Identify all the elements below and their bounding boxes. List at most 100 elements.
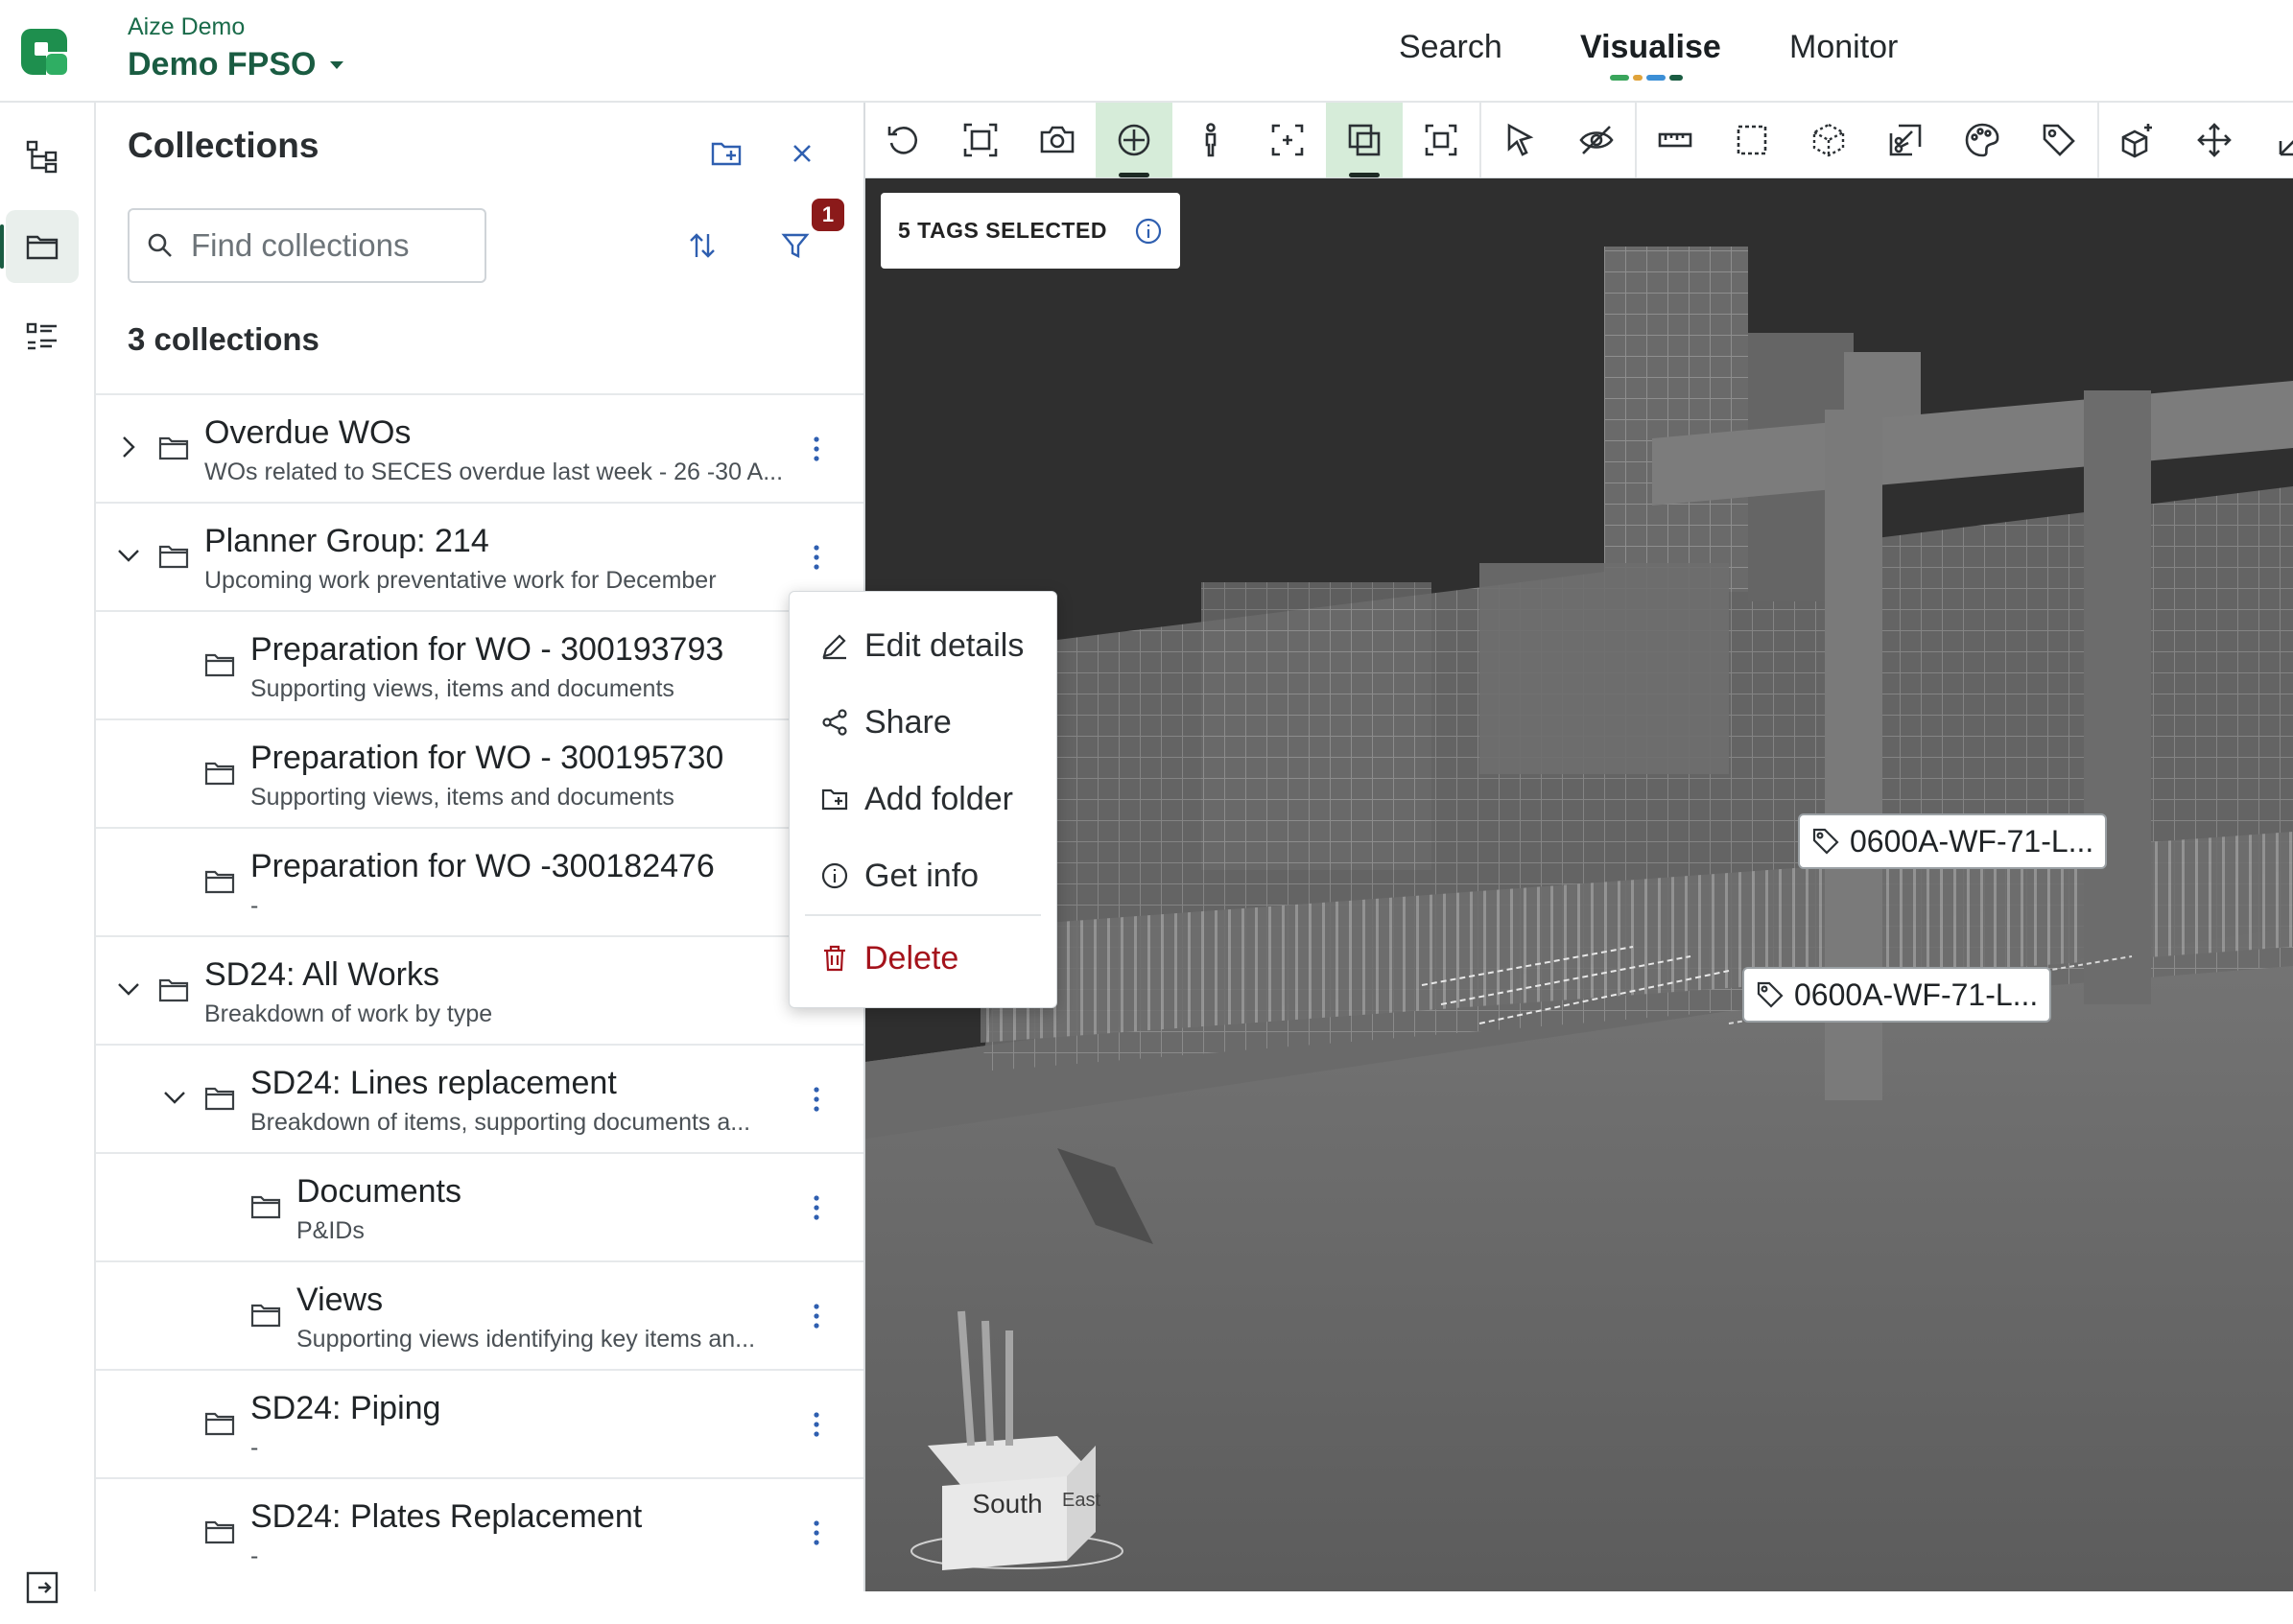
collection-subtitle: Supporting views, items and documents — [250, 675, 674, 702]
tag-button[interactable] — [2021, 103, 2097, 177]
clip-button[interactable] — [1867, 103, 1944, 177]
orbit-button[interactable] — [1096, 103, 1172, 177]
3d-viewport[interactable]: South East 5 TAGS SELECTED 0600A-WF-71-L… — [865, 103, 2293, 1591]
collection-row[interactable]: SD24: All Works Breakdown of work by typ… — [96, 935, 863, 1044]
filter-button[interactable] — [771, 222, 819, 270]
collection-title: Documents — [296, 1173, 461, 1210]
menu-item-edit-details[interactable]: Edit details — [790, 611, 1056, 680]
collection-subtitle: Breakdown of items, supporting documents… — [250, 1109, 751, 1136]
tag-label[interactable]: 0600A-WF-71-L... — [1798, 813, 2108, 869]
collection-row[interactable]: Overdue WOs WOs related to SECES overdue… — [96, 393, 863, 502]
collection-row[interactable]: Views Supporting views identifying key i… — [96, 1260, 863, 1369]
collection-title: Views — [296, 1282, 384, 1318]
kebab-icon — [814, 1195, 819, 1220]
close-icon — [793, 145, 811, 162]
add-folder-icon — [821, 788, 848, 811]
menu-item-delete[interactable]: Delete — [790, 924, 1056, 993]
box-select-button[interactable] — [1714, 103, 1790, 177]
more-options-button[interactable] — [802, 1295, 831, 1337]
chevron-down-icon[interactable] — [157, 1080, 192, 1115]
tag-text: 0600A-WF-71-L... — [1794, 977, 2039, 1012]
box-select-icon — [1737, 125, 1767, 155]
collection-subtitle: Upcoming work preventative work for Dece… — [204, 567, 717, 594]
kebab-icon — [814, 1304, 819, 1329]
rail-expand-button[interactable] — [6, 1551, 79, 1624]
project-selector[interactable]: Demo FPSO — [128, 46, 344, 83]
more-options-button[interactable] — [802, 1403, 831, 1446]
nav-monitor[interactable]: Monitor — [1789, 29, 1898, 66]
collection-title: Overdue WOs — [204, 414, 412, 451]
view-cube-east-label: East — [1062, 1490, 1100, 1511]
chevron-down-icon[interactable] — [111, 972, 146, 1006]
pencil-icon — [822, 634, 846, 660]
move-button[interactable] — [2176, 103, 2253, 177]
add-object-button[interactable] — [2099, 103, 2176, 177]
close-panel-button[interactable] — [778, 129, 826, 177]
top-header: Aize Demo Demo FPSO Search Visualise Mon… — [0, 0, 2293, 103]
add-object-icon — [2121, 124, 2152, 158]
collection-row[interactable]: Planner Group: 214 Upcoming work prevent… — [96, 502, 863, 610]
tag-label[interactable]: 0600A-WF-71-L... — [1742, 967, 2052, 1023]
view-cube-south-label: South — [972, 1489, 1042, 1518]
rail-list-button[interactable] — [6, 300, 79, 373]
collection-title: Preparation for WO - 300193793 — [250, 631, 724, 668]
hide-button[interactable] — [1558, 103, 1635, 177]
kebab-icon — [814, 1520, 819, 1545]
trash-icon — [824, 945, 845, 972]
focus-button[interactable] — [1249, 103, 1326, 177]
kebab-icon — [814, 436, 819, 461]
aize-logo[interactable] — [17, 25, 71, 79]
selection-info-card: 5 TAGS SELECTED — [881, 193, 1180, 269]
focus-icon — [1271, 124, 1304, 156]
chevron-down-icon[interactable] — [111, 538, 146, 573]
fit-view-button[interactable] — [942, 103, 1019, 177]
filter-count-badge: 1 — [812, 199, 844, 231]
screenshot-button[interactable] — [1019, 103, 1096, 177]
collection-subtitle: Supporting views identifying key items a… — [296, 1326, 756, 1353]
nav-visualise[interactable]: Visualise — [1580, 29, 1721, 66]
palette-button[interactable] — [1944, 103, 2021, 177]
chevron-right-icon[interactable] — [111, 430, 146, 464]
collections-panel: Collections 1 3 collections Overdue WOs … — [96, 103, 865, 1591]
collection-subtitle: - — [250, 1542, 259, 1569]
collection-row[interactable]: Preparation for WO -300182476 - — [96, 827, 863, 935]
more-options-button[interactable] — [802, 1512, 831, 1554]
section-box-button[interactable] — [1790, 103, 1867, 177]
select-button[interactable] — [1481, 103, 1558, 177]
menu-item-get-info[interactable]: Get info — [790, 841, 1056, 910]
collection-row[interactable]: SD24: Plates Replacement - — [96, 1477, 863, 1586]
folder-icon — [204, 1087, 235, 1111]
menu-item-label: Share — [864, 703, 952, 741]
multi-select-button[interactable] — [1326, 103, 1403, 177]
more-options-button[interactable] — [802, 1187, 831, 1229]
search-input[interactable] — [189, 226, 461, 265]
menu-item-add-folder[interactable]: Add folder — [790, 765, 1056, 834]
select-icon — [1507, 123, 1534, 156]
menu-item-label: Edit details — [864, 626, 1025, 664]
collection-row[interactable]: Preparation for WO - 300193793 Supportin… — [96, 610, 863, 718]
ruler-button[interactable] — [2253, 103, 2293, 177]
rail-hierarchy-button[interactable] — [6, 120, 79, 193]
collection-row[interactable]: Preparation for WO - 300195730 Supportin… — [96, 718, 863, 827]
menu-item-share[interactable]: Share — [790, 688, 1056, 757]
undo-button[interactable] — [865, 103, 942, 177]
collection-row[interactable]: SD24: Piping - — [96, 1369, 863, 1477]
crop-button[interactable] — [1403, 103, 1479, 177]
more-options-button[interactable] — [802, 428, 831, 470]
more-options-button[interactable] — [802, 536, 831, 578]
rail-collections-button[interactable] — [6, 210, 79, 283]
measure-button[interactable] — [1637, 103, 1714, 177]
new-collection-button[interactable] — [702, 129, 750, 177]
sort-button[interactable] — [678, 222, 726, 270]
crop-icon — [1425, 124, 1457, 156]
hide-icon — [1579, 126, 1614, 154]
info-icon[interactable] — [1134, 217, 1163, 246]
more-options-button[interactable] — [802, 1078, 831, 1120]
walk-button[interactable] — [1172, 103, 1249, 177]
collection-row[interactable]: Documents P&IDs — [96, 1152, 863, 1260]
orbit-icon — [1118, 124, 1150, 156]
camera-icon — [1040, 126, 1075, 153]
nav-search[interactable]: Search — [1399, 29, 1502, 66]
collection-row[interactable]: SD24: Lines replacement Breakdown of ite… — [96, 1044, 863, 1152]
menu-item-label: Get info — [864, 857, 980, 894]
